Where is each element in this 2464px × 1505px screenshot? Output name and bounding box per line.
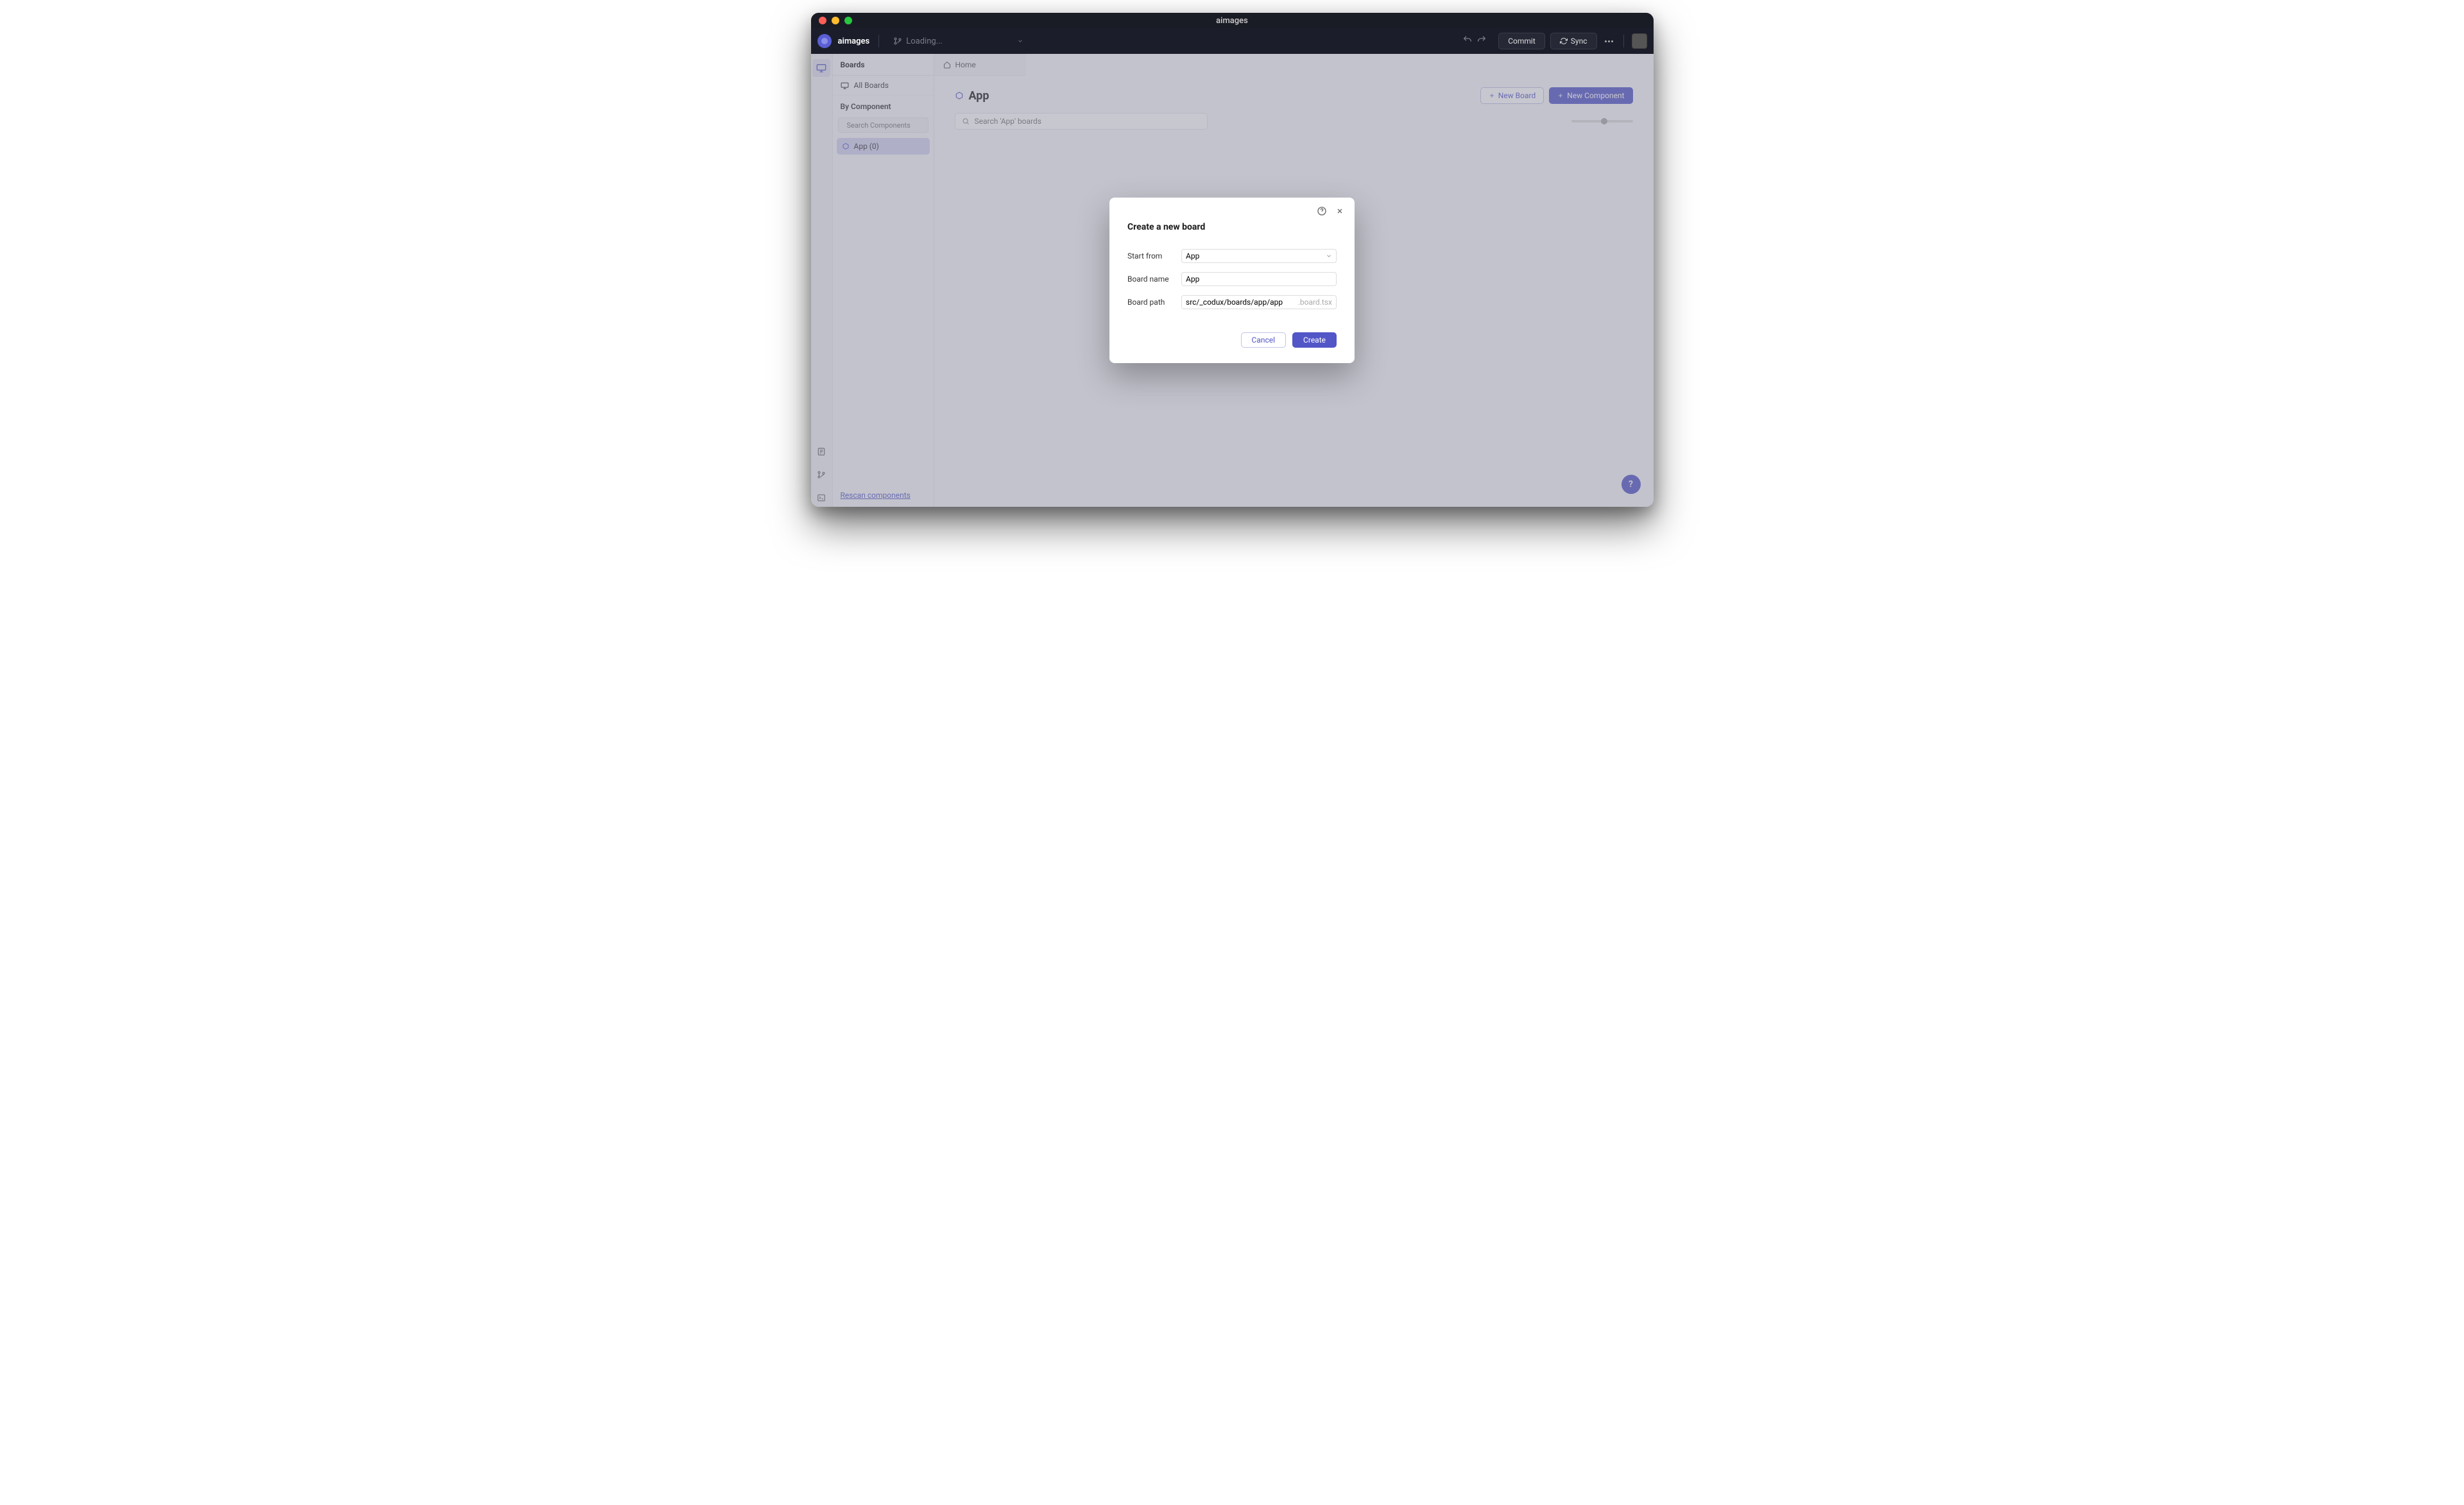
sync-button[interactable]: Sync [1550,33,1597,49]
undo-redo [1461,33,1488,49]
modal-close-button[interactable] [1334,205,1346,217]
chevron-down-icon [1326,253,1332,259]
topbar-left: aimages Loading... [817,34,1029,49]
branch-status: Loading... [906,37,943,46]
titlebar: aimages [811,13,1654,28]
help-circle-icon [1317,206,1327,216]
board-path-label: Board path [1127,298,1172,307]
sync-icon [1560,37,1568,45]
board-name-input[interactable] [1181,272,1337,286]
window-title: aimages [1216,16,1248,26]
redo-button[interactable] [1475,33,1488,49]
form-row-board-name: Board name [1127,272,1337,286]
app-logo-icon[interactable] [817,34,832,48]
modal-overlay[interactable]: Create a new board Start from App Board … [811,54,1654,507]
start-from-select[interactable]: App [1181,249,1337,263]
content: Boards All Boards By Component App (0) R… [811,54,1654,507]
create-board-modal: Create a new board Start from App Board … [1109,198,1355,363]
minimize-window-icon[interactable] [832,17,839,24]
close-icon [1336,207,1344,215]
create-button[interactable]: Create [1292,332,1337,348]
modal-title: Create a new board [1127,222,1337,232]
branch-selector[interactable]: Loading... [888,34,1029,49]
undo-button[interactable] [1461,33,1474,49]
board-path-suffix: .board.tsx [1298,298,1332,307]
start-from-label: Start from [1127,251,1172,260]
traffic-lights [819,17,852,24]
commit-button[interactable]: Commit [1498,33,1545,49]
chevron-down-icon [1017,38,1023,44]
board-path-input[interactable] [1186,298,1298,307]
divider [878,35,879,47]
maximize-window-icon[interactable] [844,17,852,24]
app-window: aimages aimages Loading... Commit Sync [811,13,1654,507]
user-avatar[interactable] [1632,33,1647,49]
form-row-start-from: Start from App [1127,249,1337,263]
topbar-right: Commit Sync [1461,33,1647,49]
cancel-button[interactable]: Cancel [1241,332,1287,348]
project-name: aimages [838,37,870,46]
form-row-board-path: Board path .board.tsx [1127,295,1337,309]
modal-header [1127,205,1346,217]
divider [1623,35,1624,47]
board-name-label: Board name [1127,275,1172,284]
modal-actions: Cancel Create [1127,332,1337,348]
board-path-field[interactable]: .board.tsx [1181,295,1337,309]
branch-icon [893,37,902,46]
topbar: aimages Loading... Commit Sync [811,28,1654,54]
modal-help-button[interactable] [1316,205,1328,217]
more-menu-button[interactable] [1602,38,1616,45]
close-window-icon[interactable] [819,17,826,24]
